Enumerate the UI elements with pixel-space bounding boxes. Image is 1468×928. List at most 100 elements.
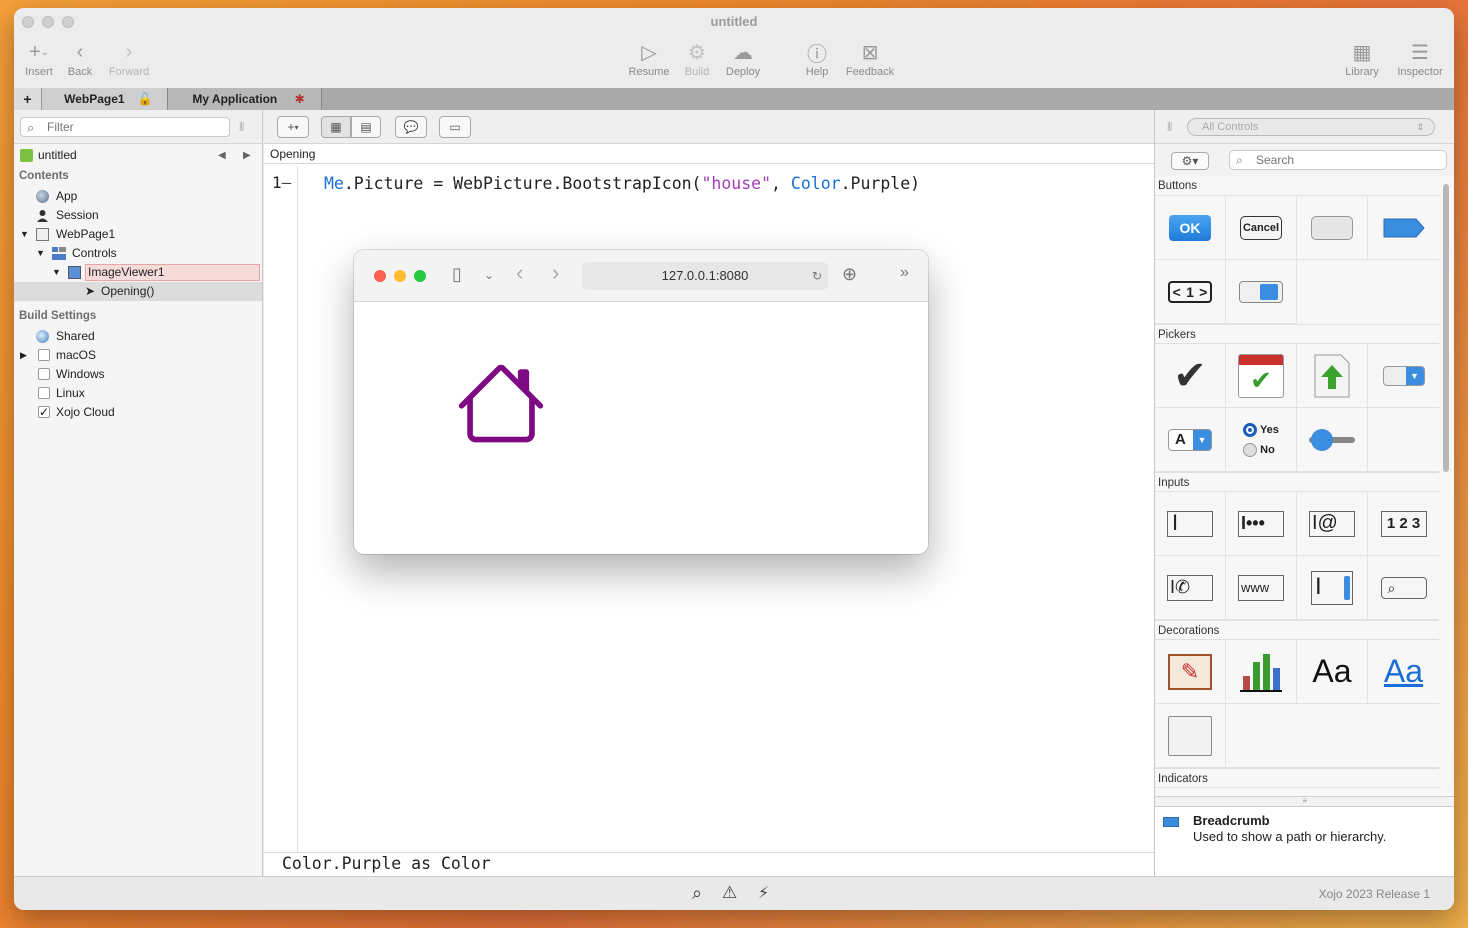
lib-toggle-button[interactable] <box>1226 260 1297 324</box>
windows-checkbox[interactable] <box>38 368 50 380</box>
lib-bevel-button[interactable] <box>1297 196 1368 260</box>
inspector-button[interactable]: ☰ Inspector <box>1392 38 1448 79</box>
library-filter-select[interactable]: All Controls ⇕ <box>1187 118 1435 136</box>
lib-chart[interactable] <box>1226 640 1297 704</box>
code-line[interactable]: Me.Picture = WebPicture.BootstrapIcon("h… <box>324 174 920 193</box>
feed-icon[interactable]: ⚡ <box>758 883 769 903</box>
browser-forward-icon[interactable]: › <box>552 260 559 286</box>
build-item-macos[interactable]: ▶ macOS <box>14 346 262 365</box>
tree-item-controls[interactable]: ▼ Controls <box>14 244 262 263</box>
chevron-down-icon[interactable]: ⌄ <box>484 268 494 282</box>
tree-item-webpage1[interactable]: ▼ WebPage1 <box>14 225 262 244</box>
build-item-linux[interactable]: Linux <box>14 384 262 403</box>
project-row[interactable]: untitled ◀ ▶ <box>14 146 262 165</box>
build-item-windows[interactable]: Windows <box>14 365 262 384</box>
lib-textfield[interactable]: I <box>1155 492 1226 556</box>
disclosure-open-icon[interactable]: ▼ <box>20 225 29 244</box>
lib-password-field[interactable]: I••• <box>1226 492 1297 556</box>
lib-segmented-control[interactable]: <1 > <box>1155 260 1226 324</box>
disclosure-closed-icon[interactable]: ▶ <box>20 346 27 365</box>
nav-forward-icon[interactable]: ▶ <box>243 146 251 165</box>
lib-file-uploader[interactable] <box>1297 344 1368 408</box>
lib-button[interactable]: OK <box>1155 196 1226 260</box>
project-icon <box>20 149 33 162</box>
category-inputs: Inputs <box>1155 472 1439 492</box>
browser-back-icon[interactable]: ‹ <box>516 260 523 286</box>
category-pickers: Pickers <box>1155 324 1439 344</box>
add-tab-button[interactable]: + <box>14 88 42 110</box>
lib-canvas[interactable]: ✎ <box>1155 640 1226 704</box>
lib-phone-field[interactable]: I✆ <box>1155 556 1226 620</box>
tab-webpage1[interactable]: WebPage1 🔓 <box>42 88 168 110</box>
sidebar-icon[interactable]: ▯ <box>452 264 462 285</box>
library-button[interactable]: ▦ Library <box>1340 38 1384 79</box>
lib-popup-menu[interactable]: ▼ <box>1368 344 1439 408</box>
build-button[interactable]: ⚙ Build <box>682 38 712 79</box>
back-button[interactable]: ‹ Back <box>64 38 96 79</box>
nav-back-icon[interactable]: ◀ <box>218 146 226 165</box>
lib-label[interactable]: Aa <box>1297 640 1368 704</box>
lib-link[interactable]: Aa <box>1368 640 1439 704</box>
lib-slider[interactable] <box>1297 408 1368 472</box>
more-icon[interactable]: » <box>900 264 909 282</box>
search-icon[interactable]: ⌕ <box>692 883 702 904</box>
category-buttons: Buttons <box>1155 176 1441 196</box>
browser-minimize-button[interactable] <box>394 270 406 282</box>
filter-input[interactable] <box>47 120 217 134</box>
comment-button[interactable]: 💬 <box>395 116 427 138</box>
lib-url-field[interactable]: www <box>1226 556 1297 620</box>
disclosure-open-icon[interactable]: ▼ <box>52 263 61 282</box>
add-member-button[interactable]: + ▾ <box>277 116 309 138</box>
lib-breadcrumb[interactable] <box>1368 196 1439 260</box>
tree-item-opening[interactable]: ➤ Opening() <box>14 282 262 301</box>
warning-icon[interactable]: ⚠ <box>722 883 737 903</box>
download-icon[interactable]: ⊕ <box>842 264 857 285</box>
lib-font-picker[interactable]: A ▼ <box>1155 408 1226 472</box>
tab-my-application[interactable]: My Application ✱ <box>168 88 322 110</box>
browser-zoom-button[interactable] <box>414 270 426 282</box>
chevron-left-icon: ‹ <box>76 40 84 63</box>
resume-button[interactable]: ▷ Resume <box>626 38 672 79</box>
library-search-input[interactable] <box>1256 153 1436 167</box>
forward-button[interactable]: › Forward <box>104 38 154 79</box>
tree-item-app[interactable]: App <box>14 187 262 206</box>
address-bar[interactable]: 127.0.0.1:8080 ↻ <box>582 262 828 290</box>
lib-email-field[interactable]: I@ <box>1297 492 1368 556</box>
lib-textarea[interactable]: I <box>1297 556 1368 620</box>
lib-rectangle[interactable] <box>1155 704 1226 768</box>
build-item-xojo-cloud[interactable]: ✓ Xojo Cloud <box>14 403 262 422</box>
lib-search-field[interactable]: ⌕ <box>1368 556 1439 620</box>
lib-radio-group[interactable]: Yes No <box>1226 408 1297 472</box>
reload-icon[interactable]: ↻ <box>812 262 822 290</box>
tree-item-imageviewer1[interactable]: ▼ ImageViewer1 <box>14 263 262 282</box>
lib-date-picker[interactable]: ✔ <box>1226 344 1297 408</box>
compare-button[interactable]: ▭ <box>439 116 471 138</box>
deploy-button[interactable]: ☁ Deploy <box>722 38 764 79</box>
macos-checkbox[interactable] <box>38 349 50 361</box>
xojo-cloud-checkbox[interactable]: ✓ <box>38 406 50 418</box>
lib-cancel-button[interactable]: Cancel <box>1226 196 1297 260</box>
filter-field[interactable]: ⌕ <box>20 117 230 137</box>
lib-checkbox[interactable]: ✔ <box>1155 344 1226 408</box>
library-list: Buttons OK Cancel <1 > Pickers ✔ ✔ ▼ A ▼… <box>1155 176 1441 796</box>
insert-button[interactable]: + ⌄ Insert <box>20 38 58 79</box>
resize-grip[interactable]: ≡ <box>1155 797 1454 807</box>
disclosure-open-icon[interactable]: ▼ <box>36 244 45 263</box>
feedback-button[interactable]: ⊠ Feedback <box>842 38 898 79</box>
code-view-button[interactable]: ▤ <box>351 116 381 138</box>
browser-close-button[interactable] <box>374 270 386 282</box>
split-handle-icon[interactable]: ⦀ <box>1167 120 1172 135</box>
build-item-shared[interactable]: Shared <box>14 327 262 346</box>
linux-checkbox[interactable] <box>38 387 50 399</box>
globe-icon <box>36 190 49 203</box>
library-search-field[interactable]: ⌕ <box>1229 150 1447 170</box>
tree-item-session[interactable]: Session <box>14 206 262 225</box>
breadcrumb-icon <box>1163 817 1179 827</box>
help-button[interactable]: ⓘ Help <box>802 38 832 79</box>
category-decorations: Decorations <box>1155 620 1439 640</box>
layout-view-button[interactable]: ▦ <box>321 116 351 138</box>
gear-menu-button[interactable]: ⚙▾ <box>1171 152 1209 170</box>
lib-numeric-field[interactable]: 1 2 3 <box>1368 492 1439 556</box>
split-handle-icon[interactable]: ⦀ <box>239 120 244 135</box>
library-scrollbar[interactable] <box>1443 184 1449 472</box>
